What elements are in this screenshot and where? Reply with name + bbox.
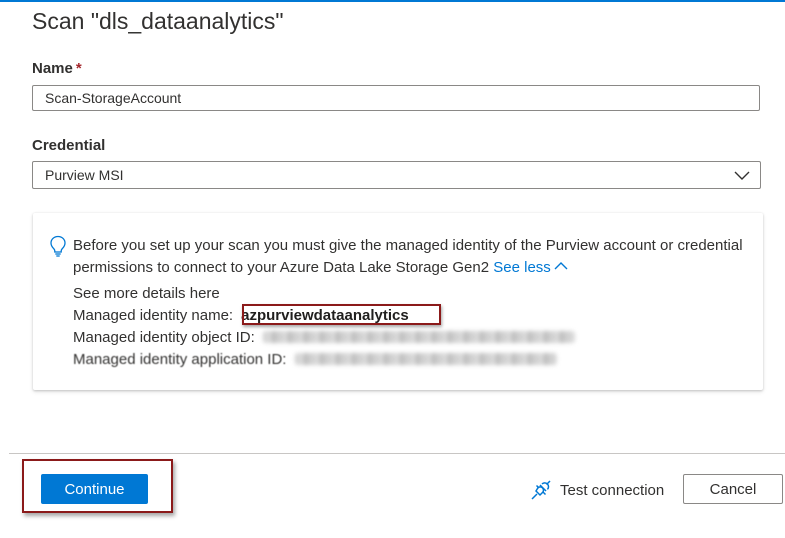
- redacted-application-id: [294, 353, 557, 365]
- test-connection-label: Test connection: [560, 481, 665, 499]
- cancel-button[interactable]: Cancel: [683, 474, 783, 504]
- mi-object-id-label: Managed identity object ID:: [73, 329, 255, 346]
- continue-button[interactable]: Continue: [41, 474, 148, 504]
- see-less-link[interactable]: See less: [493, 259, 568, 276]
- info-message-text: Before you set up your scan you must giv…: [73, 237, 743, 276]
- test-connection-button[interactable]: Test connection: [530, 478, 664, 502]
- credential-dropdown[interactable]: Purview MSI: [32, 161, 761, 189]
- name-label: Name *: [32, 60, 82, 77]
- plug-icon: [531, 480, 551, 500]
- lightbulb-icon: [50, 235, 66, 257]
- top-accent-bar: [0, 0, 785, 2]
- managed-identity-info-card: Before you set up your scan you must giv…: [33, 213, 763, 390]
- footer-divider: [9, 453, 785, 454]
- name-label-text: Name: [32, 60, 73, 77]
- see-more-details-link[interactable]: See more details here: [73, 283, 220, 305]
- chevron-down-icon: [734, 171, 750, 180]
- mi-app-id-row: Managed identity application ID:: [73, 349, 557, 371]
- page-title: Scan "dls_dataanalytics": [32, 8, 284, 34]
- credential-label: Credential: [32, 137, 106, 154]
- credential-selected-value: Purview MSI: [45, 167, 124, 183]
- required-marker: *: [75, 60, 82, 77]
- mi-name-row: Managed identity name: azpurviewdataanaly…: [73, 305, 415, 327]
- redacted-object-id: [262, 331, 575, 343]
- info-message: Before you set up your scan you must giv…: [73, 235, 753, 279]
- chevron-up-icon: [554, 262, 568, 270]
- mi-object-id-row: Managed identity object ID:: [73, 327, 575, 349]
- mi-app-id-label: Managed identity application ID:: [73, 351, 287, 368]
- mi-name-value: azpurviewdataanalytics: [241, 307, 409, 324]
- name-input[interactable]: [32, 85, 760, 111]
- mi-name-label: Managed identity name:: [73, 307, 234, 324]
- see-less-label: See less: [493, 259, 551, 276]
- scan-panel: Scan "dls_dataanalytics" Name* Credentia…: [0, 0, 785, 538]
